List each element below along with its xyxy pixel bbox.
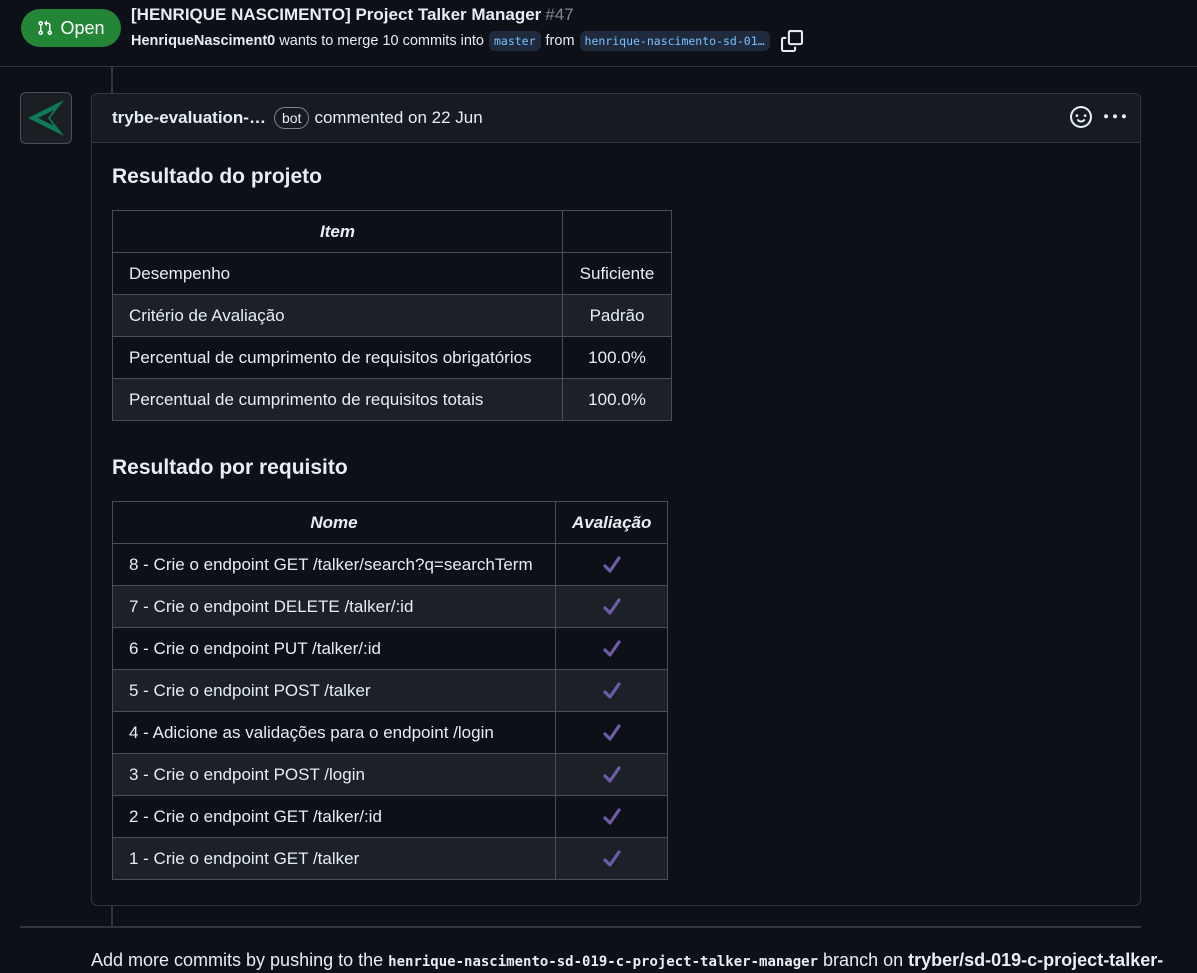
footer-hint: Add more commits by pushing to the henri…: [91, 950, 1163, 971]
git-pull-request-icon: [38, 20, 53, 36]
pr-title: [HENRIQUE NASCIMENTO] Project Talker Man…: [131, 5, 574, 25]
evaluation-cell: [554, 837, 669, 880]
project-result-table: Item Desempenho Suficiente Critério de A…: [112, 210, 672, 421]
from-text: from: [545, 33, 575, 49]
pr-meta: HenriqueNasciment0 wants to merge 10 com…: [131, 30, 803, 52]
section-title-project-result: Resultado do projeto: [112, 165, 322, 188]
requirement-name: 8 - Crie o endpoint GET /talker/search?q…: [112, 543, 556, 586]
trybe-logo-icon: [28, 100, 64, 136]
table-cell: 100.0%: [562, 336, 672, 379]
comment-header: trybe-evaluation-… bot commented on 22 J…: [92, 94, 1140, 143]
avatar[interactable]: [20, 92, 72, 144]
table-cell: Critério de Avaliação: [112, 294, 563, 337]
requirement-name: 3 - Crie o endpoint POST /login: [112, 753, 556, 796]
table-row: 3 - Crie o endpoint POST /login: [112, 753, 669, 796]
check-icon: [603, 850, 621, 867]
comment-box: trybe-evaluation-… bot commented on 22 J…: [91, 93, 1141, 906]
merge-text: wants to merge 10 commits into: [279, 33, 484, 49]
timeline-line: [111, 67, 113, 93]
requirement-name: 5 - Crie o endpoint POST /talker: [112, 669, 556, 712]
table-header-empty: [562, 210, 672, 253]
table-row: 5 - Crie o endpoint POST /talker: [112, 669, 669, 712]
requirement-name: 1 - Crie o endpoint GET /talker: [112, 837, 556, 880]
footer-prefix: Add more commits by pushing to the: [91, 950, 384, 970]
table-row: 2 - Crie o endpoint GET /talker/:id: [112, 795, 669, 838]
table-header-row: Nome Avaliação: [112, 501, 669, 544]
evaluation-cell: [554, 543, 669, 586]
footer-middle: branch on: [823, 950, 904, 970]
smiley-icon[interactable]: [1070, 106, 1092, 128]
pr-state-badge: Open: [21, 9, 121, 47]
table-row: Percentual de cumprimento de requisitos …: [112, 336, 672, 379]
requirement-name: 4 - Adicione as validações para o endpoi…: [112, 711, 556, 754]
requirement-name: 7 - Crie o endpoint DELETE /talker/:id: [112, 585, 556, 628]
footer-repo-link[interactable]: tryber/sd-019-c-project-talker-: [908, 950, 1163, 970]
table-cell: 100.0%: [562, 378, 672, 421]
check-icon: [603, 682, 621, 699]
table-cell: Percentual de cumprimento de requisitos …: [112, 378, 563, 421]
check-icon: [603, 640, 621, 657]
pr-state-label: Open: [60, 17, 105, 38]
table-cell: Desempenho: [112, 252, 563, 295]
table-cell: Padrão: [562, 294, 672, 337]
copy-icon[interactable]: [780, 30, 803, 52]
footer-branch: henrique-nascimento-sd-019-c-project-tal…: [388, 954, 819, 970]
check-icon: [603, 724, 621, 741]
table-row: Critério de Avaliação Padrão: [112, 294, 672, 337]
table-row: 4 - Adicione as validações para o endpoi…: [112, 711, 669, 754]
table-row: Desempenho Suficiente: [112, 252, 672, 295]
pr-author-link[interactable]: HenriqueNasciment0: [131, 33, 275, 49]
pr-header: Open [HENRIQUE NASCIMENTO] Project Talke…: [0, 0, 1197, 67]
kebab-menu-icon[interactable]: [1104, 106, 1126, 128]
comment-author-link[interactable]: trybe-evaluation-…: [112, 108, 266, 128]
evaluation-cell: [554, 669, 669, 712]
check-icon: [603, 808, 621, 825]
timeline-separator: [20, 926, 1141, 928]
comment-timestamp[interactable]: commented on 22 Jun: [314, 108, 482, 128]
table-row: 6 - Crie o endpoint PUT /talker/:id: [112, 627, 669, 670]
table-header-row: Item: [112, 210, 672, 253]
check-icon: [603, 556, 621, 573]
table-row: 7 - Crie o endpoint DELETE /talker/:id: [112, 585, 669, 628]
table-cell: Percentual de cumprimento de requisitos …: [112, 336, 563, 379]
table-row: 1 - Crie o endpoint GET /talker: [112, 837, 669, 880]
bot-badge: bot: [273, 107, 310, 129]
evaluation-cell: [554, 795, 669, 838]
evaluation-cell: [554, 711, 669, 754]
table-row: 8 - Crie o endpoint GET /talker/search?q…: [112, 543, 669, 586]
requirement-name: 6 - Crie o endpoint PUT /talker/:id: [112, 627, 556, 670]
pr-title-text: [HENRIQUE NASCIMENTO] Project Talker Man…: [131, 5, 542, 24]
table-row: Percentual de cumprimento de requisitos …: [112, 378, 672, 421]
section-title-requirements: Resultado por requisito: [112, 456, 348, 479]
evaluation-cell: [554, 585, 669, 628]
timeline-line: [111, 906, 113, 926]
base-branch[interactable]: master: [488, 31, 541, 51]
table-header-name: Nome: [112, 501, 556, 544]
table-header-item: Item: [112, 210, 563, 253]
check-icon: [603, 766, 621, 783]
head-branch[interactable]: henrique-nascimento-sd-01…: [579, 31, 770, 51]
table-header-evaluation: Avaliação: [554, 501, 669, 544]
check-icon: [603, 598, 621, 615]
evaluation-cell: [554, 753, 669, 796]
comment-actions: [1070, 106, 1126, 128]
pr-number: #47: [545, 5, 574, 24]
evaluation-cell: [554, 627, 669, 670]
table-cell: Suficiente: [562, 252, 672, 295]
requirement-name: 2 - Crie o endpoint GET /talker/:id: [112, 795, 556, 838]
requirements-table: Nome Avaliação 8 - Crie o endpoint GET /…: [112, 501, 669, 880]
